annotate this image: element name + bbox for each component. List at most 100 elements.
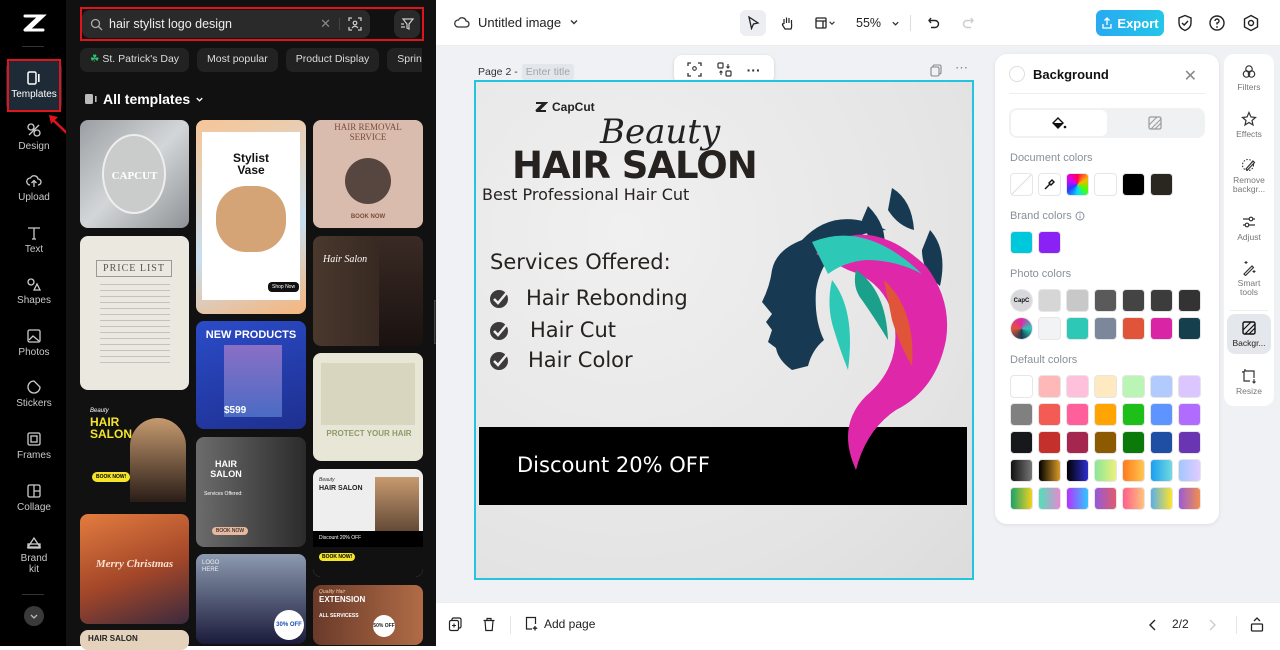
tool-remove-background[interactable]: Remove backgr...: [1227, 157, 1271, 194]
default-color-swatch[interactable]: [1122, 375, 1145, 398]
gradient-swatch[interactable]: [1122, 459, 1145, 482]
color-picker-swatch[interactable]: [1066, 173, 1089, 196]
template-thumbnail[interactable]: Beauty HAIR SALON BOOK NOW!: [80, 398, 189, 506]
redo-button[interactable]: [955, 10, 981, 36]
nav-item-photos[interactable]: Photos: [6, 328, 62, 358]
brand-color-swatch[interactable]: [1010, 231, 1033, 254]
nav-item-collage[interactable]: Collage: [6, 483, 62, 513]
chip-st-patricks-day[interactable]: ☘ St. Patrick's Day: [80, 48, 190, 72]
replace-icon[interactable]: [717, 62, 732, 77]
more-options-icon[interactable]: ···: [747, 62, 761, 78]
duplicate-page-icon[interactable]: [930, 64, 943, 77]
gradient-swatch[interactable]: [1122, 487, 1145, 510]
photo-color-swatch[interactable]: [1178, 317, 1201, 340]
default-color-swatch[interactable]: [1178, 375, 1201, 398]
design-canvas[interactable]: CapCut Beauty HAIR SALON Best Profession…: [474, 80, 974, 580]
tool-smart-tools[interactable]: Smart tools: [1227, 260, 1271, 297]
undo-button[interactable]: [921, 10, 947, 36]
template-thumbnail[interactable]: Hair Salon: [313, 236, 423, 346]
default-color-swatch[interactable]: [1010, 431, 1033, 454]
nav-item-design[interactable]: Design: [6, 122, 62, 152]
chip-spring[interactable]: Spring: [387, 48, 422, 72]
photo-color-swatch[interactable]: [1038, 317, 1061, 340]
default-color-swatch[interactable]: [1122, 403, 1145, 426]
export-button[interactable]: Export: [1096, 10, 1164, 36]
tab-solid-color[interactable]: [1011, 110, 1107, 136]
template-thumbnail[interactable]: HAIR REMOVAL SERVICE BOOK NOW: [313, 120, 423, 228]
gradient-swatch[interactable]: [1038, 487, 1061, 510]
default-color-swatch[interactable]: [1066, 403, 1089, 426]
previous-page-icon[interactable]: [1148, 619, 1157, 631]
tool-resize[interactable]: Resize: [1227, 368, 1271, 396]
photo-color-swatch[interactable]: [1066, 289, 1089, 312]
default-color-swatch[interactable]: [1122, 431, 1145, 454]
photo-thumbnail-capcut[interactable]: CapC: [1010, 289, 1033, 312]
photo-color-swatch[interactable]: [1066, 317, 1089, 340]
add-page-button[interactable]: Add page: [524, 616, 595, 631]
gradient-swatch[interactable]: [1010, 487, 1033, 510]
no-color-swatch[interactable]: [1010, 173, 1033, 196]
select-tool-button[interactable]: [740, 10, 766, 36]
chip-most-popular[interactable]: Most popular: [197, 48, 278, 72]
default-color-swatch[interactable]: [1038, 403, 1061, 426]
template-thumbnail[interactable]: Merry Christmas: [80, 514, 189, 624]
default-color-swatch[interactable]: [1066, 375, 1089, 398]
photo-color-swatch[interactable]: [1094, 289, 1117, 312]
tab-pattern[interactable]: [1107, 110, 1203, 136]
nav-item-frames[interactable]: Frames: [6, 431, 62, 461]
nav-item-upload[interactable]: Upload: [6, 173, 62, 203]
tool-background[interactable]: Backgr...: [1227, 314, 1271, 354]
shield-check-icon[interactable]: [1176, 14, 1194, 32]
photo-color-swatch[interactable]: [1122, 317, 1145, 340]
gradient-swatch[interactable]: [1038, 459, 1061, 482]
nav-item-brand-kit[interactable]: Brand kit: [6, 534, 62, 575]
template-thumbnail[interactable]: HAIR SALON: [80, 630, 189, 650]
default-color-swatch[interactable]: [1038, 375, 1061, 398]
gradient-swatch[interactable]: [1010, 459, 1033, 482]
template-thumbnail[interactable]: Quality Hair EXTENSION ALL SERVICESS 50%…: [313, 585, 423, 645]
photo-thumbnail-logo[interactable]: [1010, 317, 1033, 340]
nav-item-stickers[interactable]: Stickers: [6, 379, 62, 409]
photo-color-swatch[interactable]: [1150, 289, 1173, 312]
tool-filters[interactable]: Filters: [1227, 64, 1271, 92]
delete-page-icon[interactable]: [482, 617, 496, 632]
default-color-swatch[interactable]: [1094, 375, 1117, 398]
photo-color-swatch[interactable]: [1038, 289, 1061, 312]
page-more-icon[interactable]: ⋯: [955, 60, 969, 76]
page-title-input[interactable]: Enter title: [521, 64, 575, 80]
info-icon[interactable]: [1075, 211, 1085, 221]
gradient-swatch[interactable]: [1094, 459, 1117, 482]
template-thumbnail[interactable]: PROTECT YOUR HAIR: [313, 353, 423, 461]
duplicate-page-icon[interactable]: [448, 617, 463, 632]
gradient-swatch[interactable]: [1150, 459, 1173, 482]
document-color-swatch[interactable]: [1094, 173, 1117, 196]
default-color-swatch[interactable]: [1150, 403, 1173, 426]
document-color-swatch[interactable]: [1122, 173, 1145, 196]
gradient-swatch[interactable]: [1150, 487, 1173, 510]
tool-adjust[interactable]: Adjust: [1227, 214, 1271, 242]
nav-item-text[interactable]: Text: [6, 225, 62, 255]
photo-color-swatch[interactable]: [1178, 289, 1201, 312]
template-thumbnail[interactable]: PRICE LIST: [80, 236, 189, 390]
close-icon[interactable]: ✕: [1184, 66, 1197, 86]
template-thumbnail[interactable]: Beauty HAIR SALON Discount 20% OFF BOOK …: [313, 469, 423, 577]
more-tools-button[interactable]: [24, 606, 44, 626]
brand-color-swatch[interactable]: [1038, 231, 1061, 254]
gradient-swatch[interactable]: [1178, 487, 1201, 510]
default-color-swatch[interactable]: [1094, 431, 1117, 454]
hand-tool-button[interactable]: [774, 10, 800, 36]
zoom-dropdown[interactable]: 55%: [856, 16, 900, 30]
document-color-swatch[interactable]: [1150, 173, 1173, 196]
default-color-swatch[interactable]: [1150, 375, 1173, 398]
default-color-swatch[interactable]: [1010, 403, 1033, 426]
template-thumbnail[interactable]: CAPCUT: [80, 120, 189, 228]
template-thumbnail[interactable]: LOGO HERE 30% OFF: [196, 554, 306, 644]
default-color-swatch[interactable]: [1094, 403, 1117, 426]
eyedropper-button[interactable]: [1038, 173, 1061, 196]
default-color-swatch[interactable]: [1066, 431, 1089, 454]
help-icon[interactable]: [1208, 14, 1226, 32]
default-color-swatch[interactable]: [1178, 403, 1201, 426]
ai-select-icon[interactable]: [687, 62, 702, 77]
photo-color-swatch[interactable]: [1122, 289, 1145, 312]
template-thumbnail[interactable]: Stylist Vase Shop Now: [196, 120, 306, 314]
